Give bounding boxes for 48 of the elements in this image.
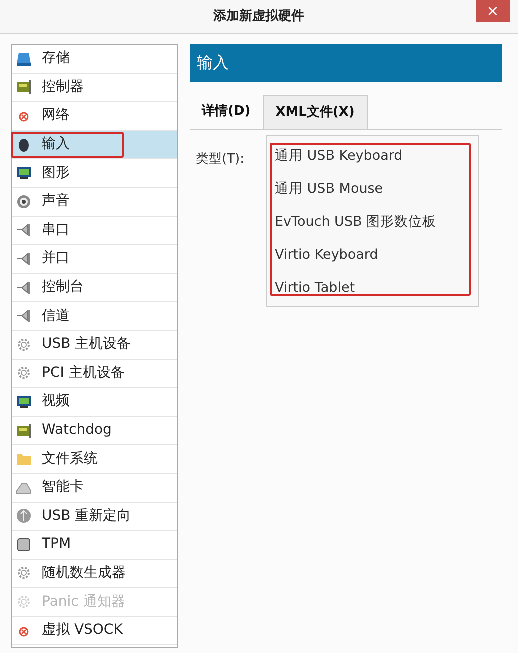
hardware-item[interactable]: 声音 [12, 188, 177, 217]
type-label: 类型(T): [196, 151, 246, 169]
dropdown-option[interactable]: 通用 USB Keyboard [275, 146, 478, 179]
connector-icon [16, 222, 32, 238]
hardware-item[interactable]: 控制器 [12, 74, 177, 102]
hardware-item[interactable]: 并口 [12, 245, 177, 274]
section-header: 输入 [190, 44, 502, 82]
hardware-item[interactable]: 控制台 [12, 274, 177, 302]
hardware-item[interactable]: Watchdog [12, 416, 177, 446]
hardware-item[interactable]: TPM [12, 531, 177, 560]
hardware-item[interactable]: USB 重新定向 [12, 502, 177, 532]
gear-icon [16, 565, 32, 582]
tab[interactable]: XML文件(X) [262, 95, 368, 129]
window-title: 添加新虚拟硬件 [214, 8, 304, 26]
monitor-icon [16, 394, 32, 410]
hardware-item[interactable]: 图形 [12, 159, 177, 188]
speaker-icon [16, 194, 32, 210]
dropdown-option[interactable]: 通用 USB Mouse [275, 179, 478, 212]
expansion-card-icon [16, 422, 32, 439]
chip-icon [16, 536, 32, 553]
hardware-item[interactable]: PCI 主机设备 [12, 360, 177, 388]
monitor-icon [16, 165, 32, 182]
tab[interactable]: 详情(D) [190, 95, 263, 129]
hardware-item[interactable]: 智能卡 [12, 474, 177, 502]
mouse-icon [16, 136, 32, 153]
drive-icon [16, 50, 32, 67]
expansion-card-icon [16, 79, 32, 96]
connector-icon [16, 308, 32, 324]
hardware-item[interactable]: USB 主机设备 [12, 330, 177, 360]
usb-icon [16, 508, 32, 524]
hardware-item[interactable]: 虚拟 VSOCK [12, 616, 177, 646]
close-button[interactable]: × [476, 0, 510, 22]
gear-icon [16, 336, 32, 353]
hardware-item[interactable]: 视频 [12, 388, 177, 417]
connector-icon [16, 280, 32, 296]
gear-icon [16, 365, 32, 382]
dropdown-option[interactable]: Virtio Tablet [275, 278, 478, 311]
hardware-item[interactable]: 输入 [12, 130, 177, 160]
hardware-item[interactable]: 信道 [12, 302, 177, 331]
hardware-item[interactable]: 串口 [12, 216, 177, 246]
dropdown-option[interactable]: EvTouch USB 图形数位板 [275, 212, 478, 245]
hardware-item[interactable]: 存储 [12, 45, 177, 74]
hardware-item[interactable]: 随机数生成器 [12, 560, 177, 588]
connector-icon [16, 250, 32, 267]
folder-icon [16, 451, 32, 468]
dropdown-option[interactable]: Virtio Keyboard [275, 245, 478, 278]
hardware-item[interactable]: 文件系统 [12, 445, 177, 474]
gear-icon [16, 594, 32, 610]
